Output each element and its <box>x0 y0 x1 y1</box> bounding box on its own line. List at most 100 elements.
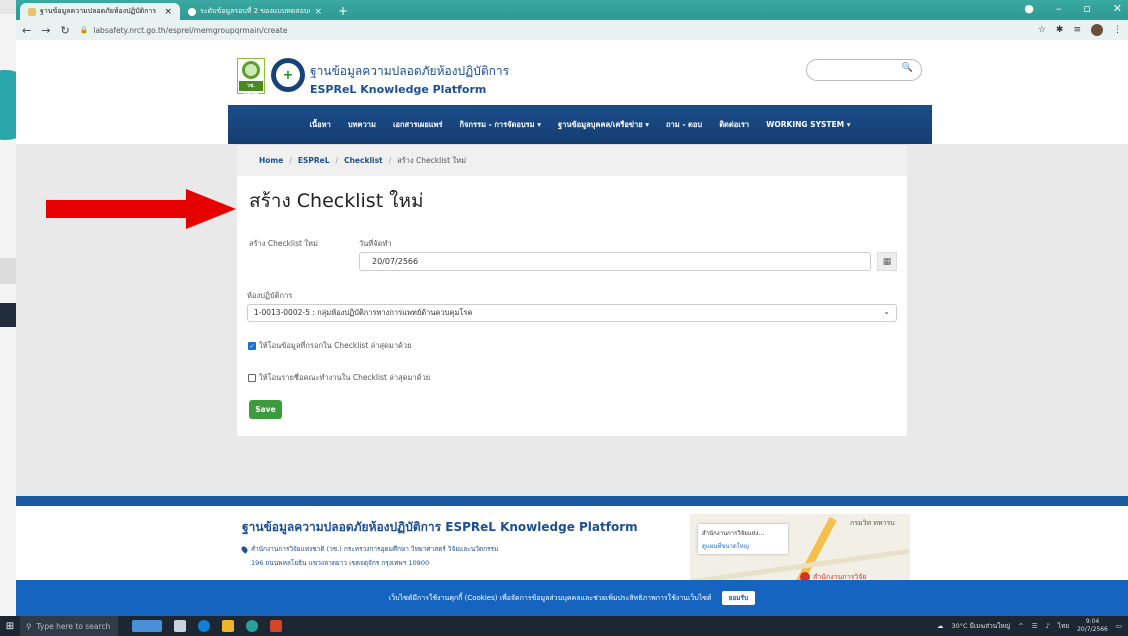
close-window-icon[interactable]: ✕ <box>1113 2 1122 15</box>
map-larger-link[interactable]: ดูแผนที่ขนาดใหญ่ <box>702 541 784 551</box>
toolbar-icons: ☆ ✱ ≡ ⋮ <box>1038 24 1122 36</box>
location-pin-icon <box>240 544 249 554</box>
nav-item-contact[interactable]: ติดต่อเรา <box>719 119 749 131</box>
site-search-input[interactable]: 🔍 <box>806 59 922 81</box>
menu-icon[interactable]: ⋮ <box>1113 25 1122 35</box>
url-text: labsafety.nrct.go.th/esprel/memgroupqrma… <box>93 25 288 35</box>
copy-data-label: ให้โอนข้อมูลที่กรอกใน Checklist ล่าสุดมา… <box>259 341 412 350</box>
search-icon: ⚲ <box>26 621 32 631</box>
copy-team-checkbox[interactable] <box>248 374 256 382</box>
file-explorer-icon[interactable] <box>222 620 234 632</box>
clock[interactable]: 9:04 20/7/2566 <box>1077 618 1108 634</box>
tab-title: ฐานข้อมูลความปลอดภัยห้องปฏิบัติการ <box>40 7 157 15</box>
map-label-right: กรมวิท ทหารบ <box>850 519 895 527</box>
edge-icon[interactable] <box>198 620 210 632</box>
page-viewport: วช. NRCT + ฐานข้อมูลความปลอดภัยห้องปฏิบั… <box>16 40 1128 596</box>
nav-item-content[interactable]: เนื้อหา <box>309 119 330 131</box>
nrct-logo: วช. NRCT <box>237 58 265 99</box>
maximize-icon[interactable]: ▫ <box>1083 2 1090 15</box>
page-title: สร้าง Checklist ใหม่ <box>249 190 424 212</box>
new-tab-button[interactable]: + <box>330 4 356 20</box>
main-navigation: เนื้อหา บทความ เอกสารเผยแพร่ กิจกรรม - ก… <box>228 105 932 144</box>
chevron-down-icon: ⌄ <box>883 307 890 316</box>
site-logos[interactable]: วช. NRCT + <box>237 58 305 99</box>
site-title-en: ESPReL Knowledge Platform <box>310 83 487 96</box>
task-view-icon[interactable] <box>174 620 186 632</box>
back-icon[interactable]: ← <box>22 24 31 37</box>
footer-address-line1: สำนักงานการวิจัยแห่งชาติ (วช.) กระทรวงกา… <box>240 544 498 554</box>
save-button[interactable]: Save <box>249 400 282 419</box>
nav-item-faq[interactable]: ถาม - ตอบ <box>666 119 702 131</box>
site-title[interactable]: ฐานข้อมูลความปลอดภัยห้องปฏิบัติการ ESPRe… <box>310 62 509 96</box>
copy-data-checkbox-row[interactable]: ✓ ให้โอนข้อมูลที่กรอกใน Checklist ล่าสุด… <box>248 340 412 352</box>
nav-item-articles[interactable]: บทความ <box>348 119 376 131</box>
footer-title: ฐานข้อมูลความปลอดภัยห้องปฏิบัติการ ESPRe… <box>242 520 638 534</box>
lab-label: ห้องปฏิบัติการ <box>247 291 293 300</box>
form-section-label: สร้าง Checklist ใหม่ <box>249 239 318 248</box>
windows-start-icon[interactable]: ⊞ <box>0 616 20 636</box>
nav-item-working-system[interactable]: WORKING SYSTEM ▾ <box>766 120 850 129</box>
google-favicon-icon <box>188 7 196 16</box>
volume-icon[interactable]: ♪ <box>1046 622 1050 630</box>
espel-logo: + <box>271 58 305 92</box>
language-indicator[interactable]: ไทย <box>1058 621 1069 631</box>
breadcrumb-home[interactable]: Home <box>259 156 283 165</box>
close-tab-icon[interactable]: × <box>164 7 172 17</box>
date-input[interactable]: 20/07/2566 <box>359 252 871 271</box>
address-bar: ← → ↻ 🔒 labsafety.nrct.go.th/esprel/memg… <box>16 20 1128 40</box>
background-dark-block <box>0 303 16 327</box>
breadcrumb-esprel[interactable]: ESPReL <box>298 156 330 165</box>
cookie-banner: เว็บไซต์มีการใช้งานคุกกี้ (Cookies) เพื่… <box>16 580 1128 616</box>
lab-select[interactable]: 1-0013-0002-5 : กลุ่มห้องปฏิบัติการทางกา… <box>247 304 897 322</box>
browser-tabbar: ฐานข้อมูลความปลอดภัยห้องปฏิบัติการ × ระด… <box>16 0 1128 20</box>
search-icon[interactable]: 🔍 <box>902 63 913 73</box>
calendar-icon[interactable]: ▦ <box>877 252 897 271</box>
reload-icon[interactable]: ↻ <box>60 24 69 37</box>
reading-list-icon[interactable]: ≡ <box>1073 25 1081 35</box>
notification-icon[interactable]: ▭ <box>1116 622 1122 630</box>
browser-tab-inactive[interactable]: ระดับข้อมูลรอบที่ 2 ของแบบทดสอบการ × <box>180 3 330 20</box>
footer-divider <box>16 496 1128 506</box>
tray-overflow-icon[interactable]: ^ <box>1018 622 1023 630</box>
powerpoint-icon[interactable] <box>270 620 282 632</box>
nav-item-publications[interactable]: เอกสารเผยแพร่ <box>393 119 443 131</box>
breadcrumb-checklist[interactable]: Checklist <box>344 156 383 165</box>
cookie-accept-button[interactable]: ยอมรับ <box>721 591 756 605</box>
copy-team-checkbox-row[interactable]: ให้โอนรายชื่อคณะทำงานใน Checklist ล่าสุด… <box>248 372 430 384</box>
nav-item-activities[interactable]: กิจกรรม - การจัดอบรม ▾ <box>460 119 541 131</box>
minimize-icon[interactable]: – <box>1056 2 1062 15</box>
lock-icon: 🔒 <box>79 26 89 34</box>
content-card: Home / ESPReL / Checklist / สร้าง Checkl… <box>237 144 907 436</box>
taskbar-apps <box>118 620 282 632</box>
date-label: วันที่จัดทำ <box>359 239 392 248</box>
profile-dot-icon[interactable]: ● <box>1024 2 1034 15</box>
taskbar-search[interactable]: ⚲ Type here to search <box>20 616 118 636</box>
extensions-icon[interactable]: ✱ <box>1056 25 1064 35</box>
weather-icon[interactable]: ☁ <box>937 622 944 630</box>
nav-item-directory[interactable]: ฐานข้อมูลบุคคล/เครือข่าย ▾ <box>558 119 649 131</box>
copy-data-checkbox[interactable]: ✓ <box>248 342 256 350</box>
window-controls: ● – ▫ ✕ <box>1024 2 1122 15</box>
red-arrow-annotation <box>46 189 236 229</box>
close-tab-icon[interactable]: × <box>314 7 322 17</box>
browser-tab-active[interactable]: ฐานข้อมูลความปลอดภัยห้องปฏิบัติการ × <box>20 3 180 20</box>
profile-avatar[interactable] <box>1091 24 1103 36</box>
copy-team-label: ให้โอนรายชื่อคณะทำงานใน Checklist ล่าสุด… <box>259 373 431 382</box>
site-title-th: ฐานข้อมูลความปลอดภัยห้องปฏิบัติการ <box>310 64 510 78</box>
chrome-icon[interactable] <box>246 620 258 632</box>
tab-title: ระดับข้อมูลรอบที่ 2 ของแบบทดสอบการ <box>200 7 311 15</box>
widget-icon[interactable] <box>132 620 162 632</box>
system-tray: ☁ 30°C มีเมฆส่วนใหญ่ ^ ☰ ♪ ไทย 9:04 20/7… <box>937 618 1128 634</box>
site-favicon-icon <box>28 7 36 16</box>
star-icon[interactable]: ☆ <box>1038 25 1046 35</box>
network-icon[interactable]: ☰ <box>1032 622 1038 630</box>
breadcrumb-current: สร้าง Checklist ใหม่ <box>397 155 467 165</box>
url-field[interactable]: 🔒 labsafety.nrct.go.th/esprel/memgroupqr… <box>80 23 1028 37</box>
map-info-card[interactable]: สำนักงานการวิจัยแห่ง... ดูแผนที่ขนาดใหญ่ <box>698 524 788 554</box>
forward-icon[interactable]: → <box>41 24 50 37</box>
footer-address-line2: 196 ถนนพหลโยธิน แขวงลาดยาว เขตจตุจักร กร… <box>251 559 430 567</box>
windows-taskbar: ⊞ ⚲ Type here to search ☁ 30°C มีเมฆส่วน… <box>0 616 1128 636</box>
breadcrumb: Home / ESPReL / Checklist / สร้าง Checkl… <box>237 144 907 176</box>
cookie-text: เว็บไซต์มีการใช้งานคุกกี้ (Cookies) เพื่… <box>388 593 712 602</box>
weather-text[interactable]: 30°C มีเมฆส่วนใหญ่ <box>951 621 1010 631</box>
